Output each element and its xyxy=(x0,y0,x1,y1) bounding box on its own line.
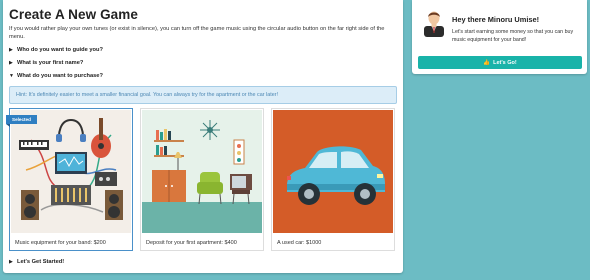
avatar xyxy=(421,9,447,37)
hint-box: Hint: It's definitely easier to meet a s… xyxy=(9,86,397,104)
used-car-image xyxy=(273,110,393,233)
selected-badge: Selected xyxy=(6,115,37,127)
caret-down-icon: ▼ xyxy=(9,73,14,79)
lets-go-label: Let's Go! xyxy=(493,59,517,66)
music-equipment-image xyxy=(11,110,131,233)
accordion-purchase[interactable]: ▼ What do you want to purchase? xyxy=(9,73,103,79)
caret-right-icon: ▶ xyxy=(9,259,13,265)
accordion-guide-label: Who do you want to guide you? xyxy=(17,47,103,53)
intro-text: If you would rather play your own tunes … xyxy=(9,26,385,40)
accordion-first-name-label: What is your first name? xyxy=(17,60,84,66)
guide-panel: Hey there Minoru Umise! Let's start earn… xyxy=(412,0,587,74)
lets-go-button[interactable]: 👍 Let's Go! xyxy=(418,56,582,69)
option-caption: Music equipment for your band: $200 xyxy=(15,240,106,246)
thumbs-up-icon: 👍 xyxy=(483,59,491,66)
create-game-panel: Create A New Game If you would rather pl… xyxy=(3,0,403,273)
option-caption: Deposit for your first apartment: $400 xyxy=(146,240,237,246)
accordion-purchase-label: What do you want to purchase? xyxy=(17,73,103,79)
option-caption: A used car: $1000 xyxy=(277,240,322,246)
apartment-image xyxy=(142,110,262,233)
guide-message: Let's start earning some money so that y… xyxy=(452,29,574,43)
accordion-get-started[interactable]: ▶ Let's Get Started! xyxy=(9,259,64,265)
option-apartment[interactable]: Deposit for your first apartment: $400 xyxy=(140,108,264,251)
accordion-first-name[interactable]: ▶ What is your first name? xyxy=(9,60,83,66)
caret-right-icon: ▶ xyxy=(9,60,13,66)
page-title: Create A New Game xyxy=(9,7,139,22)
accordion-guide[interactable]: ▶ Who do you want to guide you? xyxy=(9,47,103,53)
option-music-equipment[interactable]: Selected Music equipment for your band: … xyxy=(6,108,133,251)
caret-right-icon: ▶ xyxy=(9,47,13,53)
greeting-title: Hey there Minoru Umise! xyxy=(452,15,540,24)
option-used-car[interactable]: A used car: $1000 xyxy=(271,108,395,251)
get-started-label: Let's Get Started! xyxy=(17,259,65,265)
